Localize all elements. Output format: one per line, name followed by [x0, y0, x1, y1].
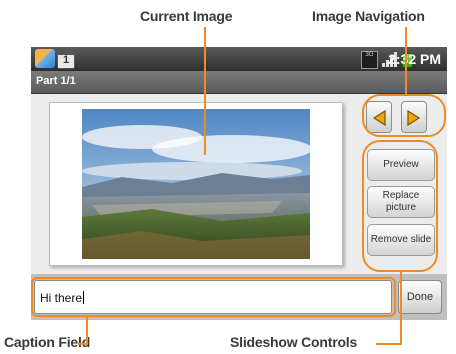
current-image-frame	[49, 102, 343, 266]
callout-image-navigation: Image Navigation	[312, 8, 425, 24]
image-navigation-highlight	[362, 94, 446, 137]
caption-field-highlight	[31, 277, 396, 317]
page-title: Part 1/1	[36, 75, 76, 87]
calendar-icon: 1	[57, 50, 75, 69]
callout-current-image: Current Image	[140, 8, 233, 24]
slideshow-controls-highlight	[362, 140, 438, 272]
status-time: 2:32 PM	[388, 51, 441, 67]
done-button[interactable]: Done	[398, 280, 442, 314]
leader-slideshow-controls-v	[400, 272, 402, 345]
leader-slideshow-controls-h	[376, 343, 402, 345]
current-image[interactable]	[82, 109, 310, 259]
leader-caption-field-h	[78, 343, 88, 345]
title-bar: Part 1/1	[31, 71, 447, 94]
callout-slideshow-controls: Slideshow Controls	[230, 334, 358, 350]
messaging-app-icon	[35, 49, 55, 68]
network-3g-icon: 3G	[361, 51, 378, 69]
status-bar: 1 3G 2:32 PM	[31, 47, 447, 71]
leader-image-navigation	[405, 27, 407, 94]
callout-caption-field: Caption Field	[4, 334, 91, 350]
leader-caption-field-v	[86, 317, 88, 345]
leader-current-image	[204, 27, 206, 155]
